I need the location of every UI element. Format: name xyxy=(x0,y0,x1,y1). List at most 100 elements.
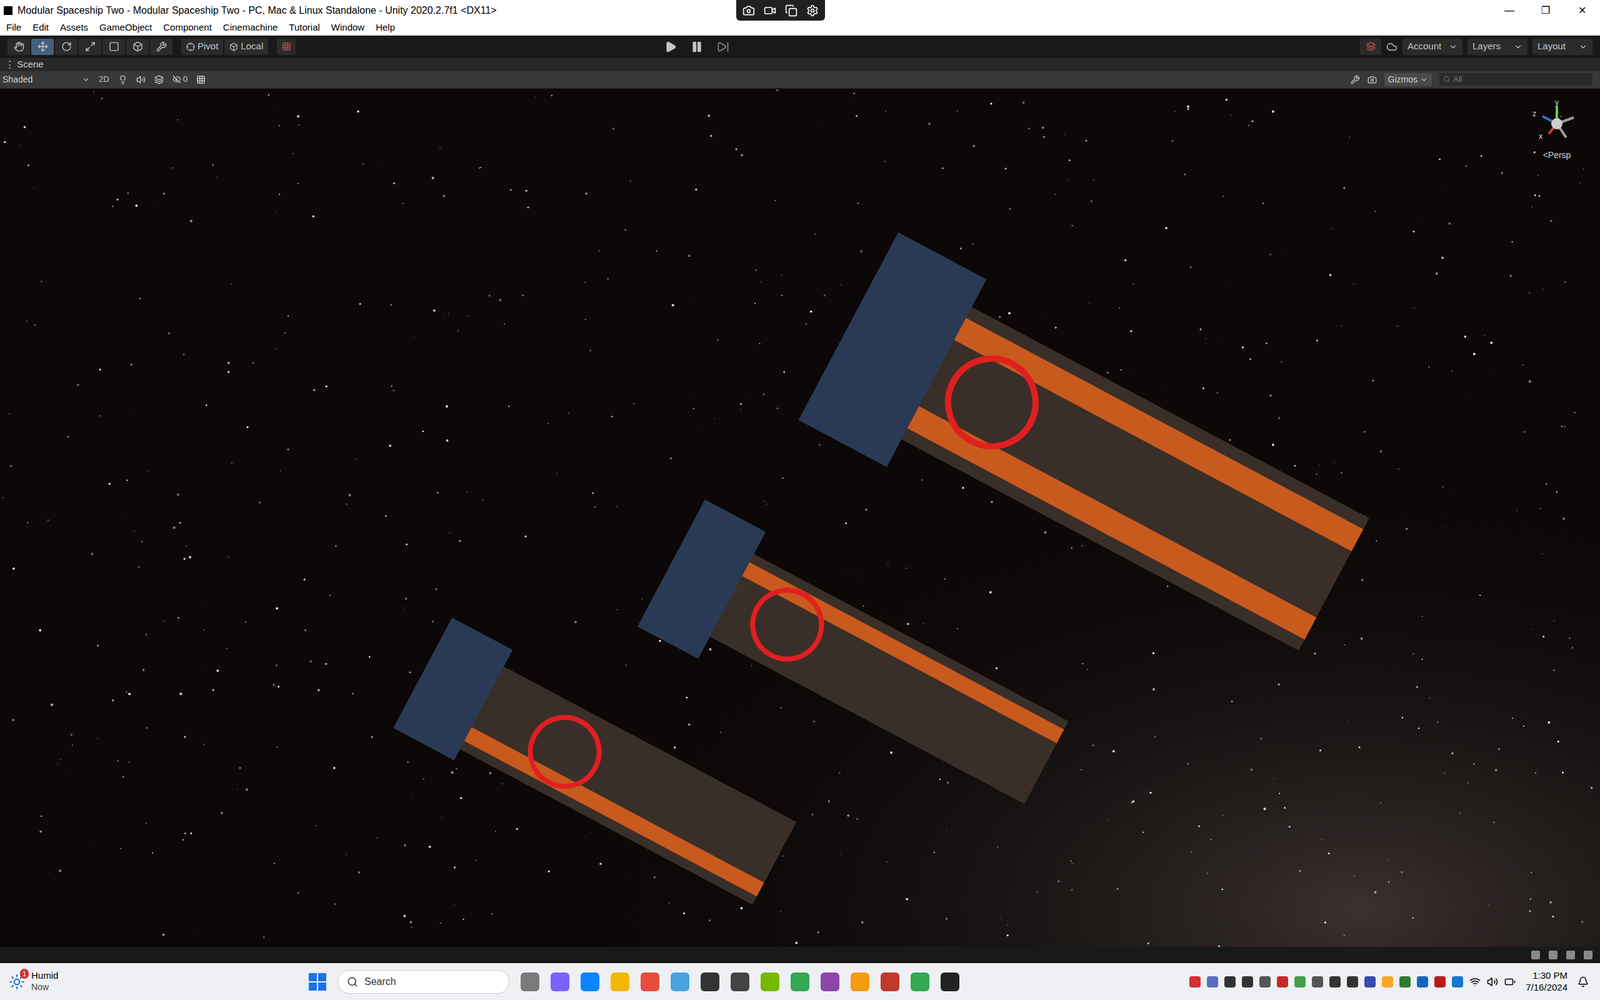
tool-button[interactable] xyxy=(55,38,78,55)
tools-icon[interactable] xyxy=(1350,75,1360,85)
collab-button[interactable] xyxy=(1360,38,1382,55)
taskbar-search[interactable]: Search xyxy=(337,970,510,994)
taskbar-app-icon[interactable] xyxy=(850,972,870,992)
taskbar-app-icon[interactable] xyxy=(700,972,720,992)
tray-icon[interactable] xyxy=(1434,976,1446,988)
taskbar-app-icon[interactable] xyxy=(550,972,570,992)
cloud-icon[interactable] xyxy=(1386,41,1398,53)
main-toolbar: PivotLocal AccountLayersLayout xyxy=(0,35,1600,59)
scene-tab[interactable]: ⋮ Scene xyxy=(5,57,44,72)
window-capture-icon[interactable] xyxy=(785,4,798,17)
status-icon[interactable] xyxy=(1531,950,1540,960)
grid-icon[interactable] xyxy=(196,75,206,85)
pivot-toggle[interactable]: Pivot xyxy=(181,38,224,55)
tool-button[interactable] xyxy=(78,38,102,55)
clock-time: 1:30 PM xyxy=(1532,970,1568,982)
taskbar-app-icon[interactable] xyxy=(760,972,780,992)
tool-button[interactable] xyxy=(31,38,54,55)
taskbar-app-icon[interactable] xyxy=(580,972,600,992)
tray-icon[interactable] xyxy=(1399,976,1411,988)
taskbar-app-icon[interactable] xyxy=(790,972,810,992)
hidden-objects-toggle[interactable]: 0 xyxy=(172,73,188,86)
space-toggle[interactable]: Local xyxy=(224,38,269,55)
tray-icon[interactable] xyxy=(1276,976,1289,988)
scene-view[interactable]: yzx<Persp xyxy=(0,88,1600,948)
notification-icon[interactable] xyxy=(1577,976,1589,988)
tray-icon[interactable] xyxy=(1241,976,1254,988)
menu-item[interactable]: GameObject xyxy=(99,20,152,35)
play-icon[interactable] xyxy=(664,40,677,54)
chevron-icon xyxy=(1513,42,1523,52)
audio-icon[interactable] xyxy=(136,75,146,85)
lighting-icon[interactable] xyxy=(118,75,128,85)
tray-icon[interactable] xyxy=(1346,976,1359,988)
weather-time: Now xyxy=(31,981,59,994)
tray-icon[interactable] xyxy=(1381,976,1394,988)
shading-dropdown[interactable]: Shaded xyxy=(2,73,90,87)
tray-icon[interactable] xyxy=(1206,976,1219,988)
tool-button[interactable] xyxy=(150,38,173,55)
menu-item[interactable]: Assets xyxy=(60,20,89,35)
taskbar-app-icon[interactable] xyxy=(520,972,540,992)
status-bar xyxy=(0,946,1600,964)
tray-icon[interactable] xyxy=(1311,976,1324,988)
tool-button[interactable] xyxy=(102,38,125,55)
gizmos-dropdown[interactable]: Gizmos xyxy=(1384,73,1432,87)
toolbar-dropdown[interactable]: Layout xyxy=(1532,38,1593,55)
window-control-button[interactable]: ❐ xyxy=(1527,0,1564,21)
tray-icon[interactable] xyxy=(1329,976,1341,988)
settings-icon[interactable] xyxy=(806,4,819,17)
scene-toolbar: Shaded 2D 0 Gizmos All xyxy=(0,71,1600,89)
wifi-icon[interactable] xyxy=(1469,976,1481,988)
taskbar-app-icon[interactable] xyxy=(640,972,660,992)
taskbar-app-icon[interactable] xyxy=(880,972,900,992)
start-button[interactable] xyxy=(308,973,327,991)
orientation-gizmo[interactable]: yzx<Persp xyxy=(1528,98,1585,162)
taskbar-app-icon[interactable] xyxy=(610,972,630,992)
weather-widget[interactable]: 1HumidNow xyxy=(8,970,309,993)
toolbar-dropdown[interactable]: Account xyxy=(1402,38,1463,55)
volume-icon[interactable] xyxy=(1486,976,1499,988)
menu-item[interactable]: Component xyxy=(163,20,212,35)
status-icon[interactable] xyxy=(1583,950,1593,960)
tray-icon[interactable] xyxy=(1451,976,1464,988)
window-control-button[interactable]: — xyxy=(1491,0,1528,21)
taskbar-app-icon[interactable] xyxy=(940,972,960,992)
tool-button[interactable] xyxy=(126,38,149,55)
menu-item[interactable]: Cinemachine xyxy=(223,20,279,35)
status-icon[interactable] xyxy=(1566,950,1575,960)
battery-icon[interactable] xyxy=(1504,976,1516,988)
taskbar-app-icon[interactable] xyxy=(670,972,690,992)
menu-item[interactable]: File xyxy=(6,20,22,35)
record-icon[interactable] xyxy=(763,4,777,17)
taskbar-clock[interactable]: 1:30 PM7/16/2024 xyxy=(1521,970,1572,994)
tray-icon[interactable] xyxy=(1294,976,1306,988)
effects-icon[interactable] xyxy=(154,75,164,85)
tool-button[interactable] xyxy=(7,38,30,55)
pause-icon[interactable] xyxy=(690,40,704,54)
step-icon[interactable] xyxy=(716,40,730,54)
taskbar-app-icon[interactable] xyxy=(730,972,750,992)
2d-toggle[interactable]: 2D xyxy=(98,73,110,86)
menu-item[interactable]: Window xyxy=(331,20,365,35)
grid-snap-button[interactable] xyxy=(276,38,296,55)
weather-badge: 1 xyxy=(20,968,29,980)
scene-search-field[interactable]: All xyxy=(1439,73,1593,86)
camera-icon[interactable] xyxy=(1367,75,1377,85)
menu-bar: File Edit Assets GameObject Component Cinemac… xyxy=(0,20,1600,36)
window-control-button[interactable]: ✕ xyxy=(1563,0,1600,21)
menu-item[interactable]: Tutorial xyxy=(288,20,320,35)
menu-item[interactable]: Edit xyxy=(32,20,49,35)
tray-icon[interactable] xyxy=(1189,976,1201,988)
projection-label[interactable]: <Persp xyxy=(1543,148,1572,162)
tray-icon[interactable] xyxy=(1259,976,1271,988)
menu-item[interactable]: Help xyxy=(375,20,395,35)
tray-icon[interactable] xyxy=(1364,976,1376,988)
screenshot-icon[interactable] xyxy=(742,4,755,17)
toolbar-dropdown[interactable]: Layers xyxy=(1467,38,1528,55)
tray-icon[interactable] xyxy=(1224,976,1236,988)
status-icon[interactable] xyxy=(1548,950,1558,960)
tray-icon[interactable] xyxy=(1416,976,1429,988)
taskbar-app-icon[interactable] xyxy=(910,972,930,992)
taskbar-app-icon[interactable] xyxy=(820,972,840,992)
